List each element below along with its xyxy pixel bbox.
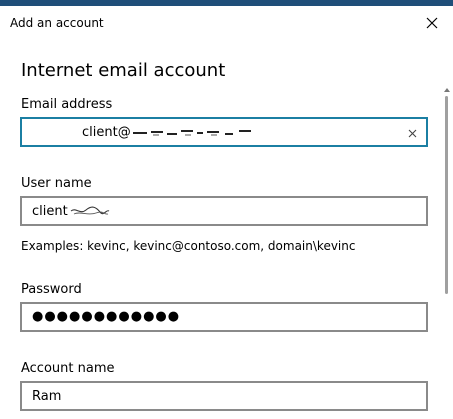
account-name-field[interactable]: Ram xyxy=(20,381,428,411)
window-title: Add an account xyxy=(10,16,104,30)
password-field-value: ●●●●●●●●●●●● xyxy=(32,309,181,324)
email-field[interactable]: client@ xyxy=(20,117,428,147)
title-bar: Add an account xyxy=(0,6,453,40)
clear-icon xyxy=(408,129,416,137)
redaction-scribble xyxy=(132,129,251,135)
close-icon xyxy=(426,17,438,29)
password-field[interactable]: ●●●●●●●●●●●● xyxy=(20,302,428,332)
account-name-field-value: Ram xyxy=(32,389,62,404)
clear-email-button[interactable] xyxy=(404,125,420,141)
username-examples-hint: Examples: kevinc, kevinc@contoso.com, do… xyxy=(21,239,356,253)
username-field-value: client xyxy=(32,204,110,219)
scrollbar[interactable] xyxy=(441,40,453,419)
email-label: Email address xyxy=(21,97,113,112)
username-field[interactable]: client xyxy=(20,196,428,226)
scroll-up-icon[interactable] xyxy=(443,86,451,94)
scrollbar-thumb[interactable] xyxy=(445,96,448,294)
close-button[interactable] xyxy=(419,10,445,36)
password-label: Password xyxy=(21,282,82,297)
account-name-label: Account name xyxy=(21,361,115,376)
username-label: User name xyxy=(21,176,92,191)
redaction-scribble xyxy=(70,206,110,215)
page-title: Internet email account xyxy=(21,60,226,81)
email-field-value: client@ xyxy=(82,125,253,140)
